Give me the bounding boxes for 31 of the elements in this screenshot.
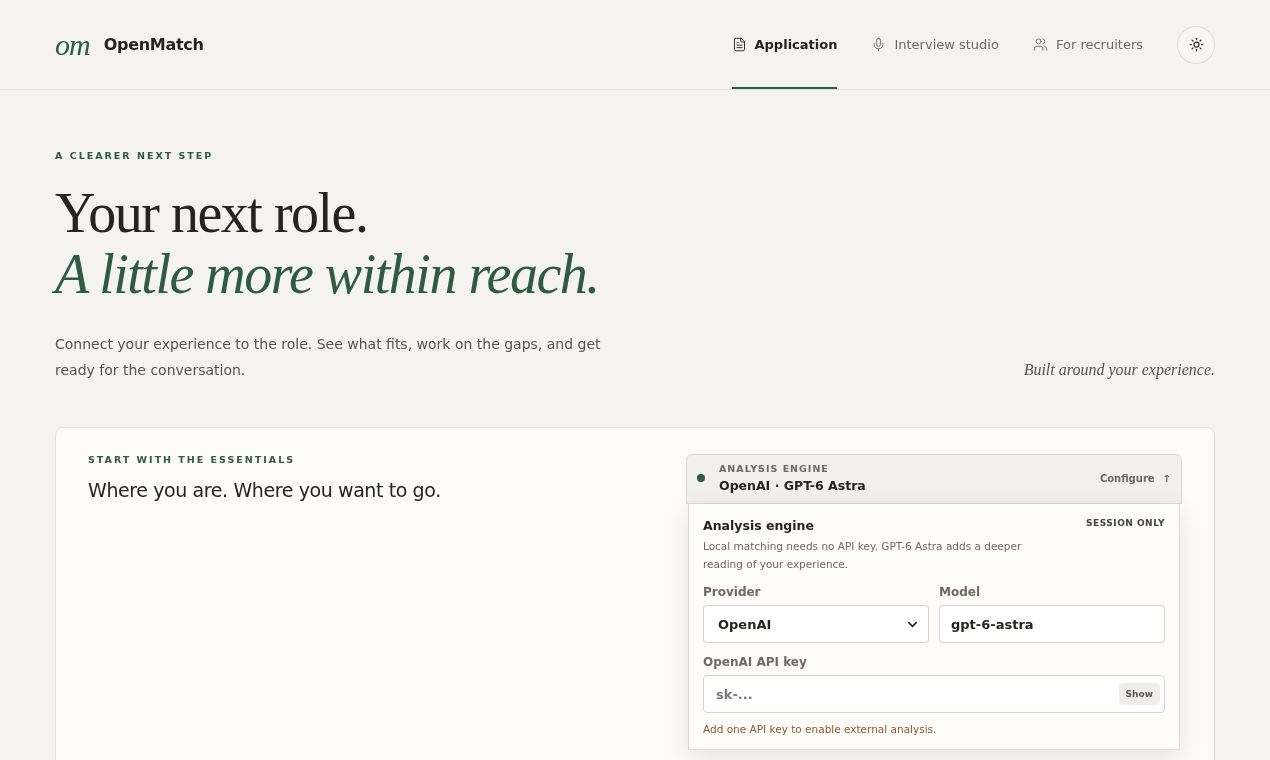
model-input[interactable]: gpt-6-astra [939, 605, 1165, 643]
card-eyebrow: START WITH THE ESSENTIALS [88, 454, 297, 465]
engine-value: OpenAI · GPT-6 Astra [719, 478, 867, 493]
theme-toggle-button[interactable] [1177, 25, 1215, 64]
hero-title: Your next role. [55, 183, 369, 243]
intro-text: Connect your experience to the role. See what fits, work on the gaps, and get ready for the conversation. [55, 335, 602, 380]
session-label: SESSION ONLY [1086, 518, 1165, 528]
show-button[interactable]: Show [1118, 683, 1160, 705]
nav-tab[interactable]: For recruiters [1032, 0, 1143, 89]
nav-tab[interactable]: Application [731, 0, 838, 89]
document-icon [731, 37, 747, 52]
panel-title: Analysis engine [703, 518, 814, 533]
field-label: OpenAI API key [703, 655, 808, 669]
aside-text: Built around your experience. [1023, 361, 1215, 379]
brand-name: OpenMatch [103, 35, 204, 54]
people-icon [1032, 37, 1048, 52]
panel-description: Local matching needs no API key. GPT-6 Astra adds a deeper reading of your experience. [703, 539, 1023, 572]
provider-select[interactable]: OpenAI [703, 605, 929, 643]
field-label: Model [939, 585, 982, 599]
hint-text: Add one API key to enable external analysis. [703, 723, 938, 735]
microphone-icon [871, 37, 887, 52]
api-key-field[interactable]: sk-... Show [703, 675, 1165, 713]
engine-label: ANALYSIS ENGINE [719, 463, 830, 474]
logo-mark: om [55, 27, 90, 62]
sun-icon [1188, 37, 1204, 52]
field-label: Provider [703, 585, 762, 599]
card-title: Where you are. Where you want to go. [88, 479, 441, 501]
configure-button[interactable]: Configure ↑ [1099, 472, 1171, 484]
nav-tab[interactable]: Interview studio [871, 0, 999, 89]
status-dot [697, 474, 705, 482]
eyebrow-label: A CLEARER NEXT STEP [55, 150, 215, 161]
